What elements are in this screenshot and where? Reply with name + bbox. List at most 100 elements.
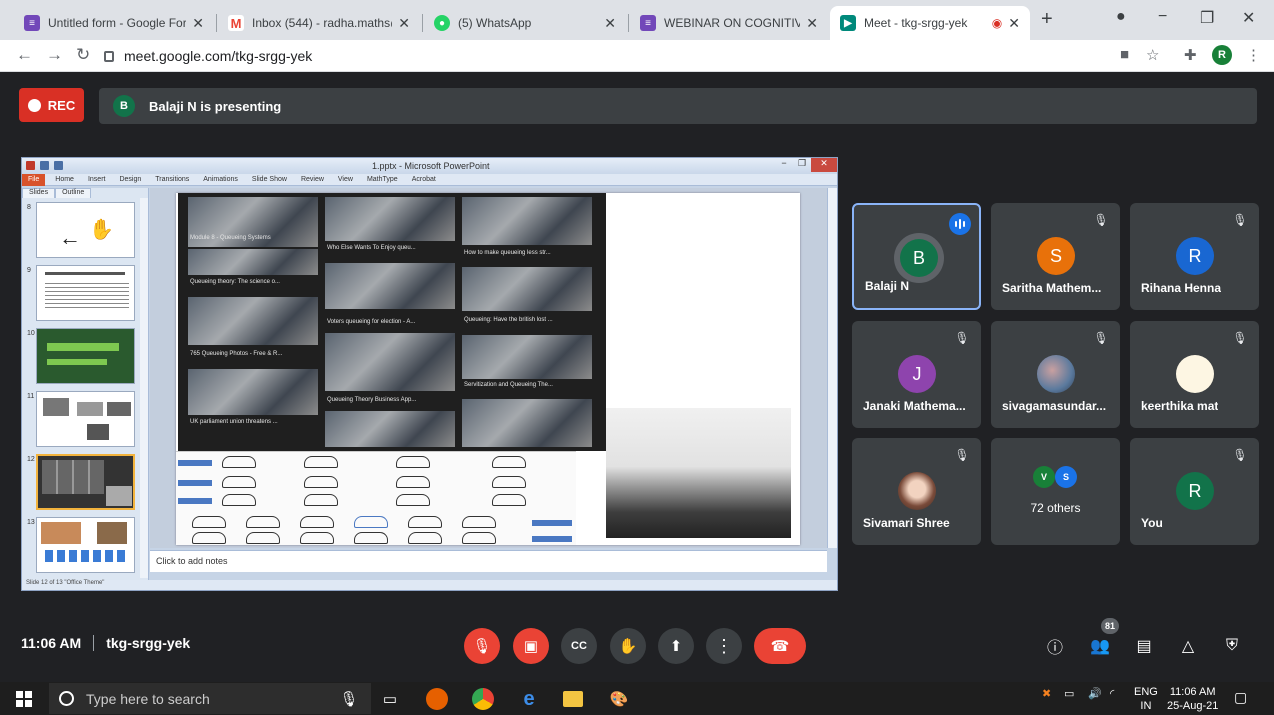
chat-button[interactable]: ▤ <box>1131 633 1157 659</box>
photo-caption: Module 8 - Queueing Systems <box>190 235 271 241</box>
people-icon: 👥 <box>1090 638 1110 655</box>
mic-muted-icon: 🎙 <box>1093 213 1109 227</box>
tab-close-icon[interactable]: ✕ <box>398 15 410 32</box>
participant-tile-keerthika[interactable]: 🎙 keerthika mat <box>1130 321 1259 428</box>
taskbar-search-box[interactable]: Type here to search <box>49 683 371 714</box>
windows-start-icon[interactable] <box>16 691 32 707</box>
taskbar-clock[interactable]: 11:06 AM 25-Aug-21 <box>1167 685 1218 713</box>
tab-close-icon[interactable]: ✕ <box>604 15 616 32</box>
new-tab-button[interactable]: + <box>1041 8 1053 31</box>
wifi-icon[interactable]: ◜ <box>1110 687 1114 700</box>
queue-photo <box>325 197 455 241</box>
microphone-icon[interactable]: 🎙 <box>338 688 360 710</box>
car-icon <box>222 476 256 488</box>
arrow-left-icon: ← <box>59 225 81 250</box>
minimize-button[interactable]: − <box>1158 8 1167 26</box>
thumbnail-image <box>36 328 135 384</box>
mic-toggle-button[interactable]: 🎙 <box>464 628 500 664</box>
participant-tile-rihana[interactable]: R 🎙 Rihana Henna <box>1130 203 1259 310</box>
battery-icon[interactable]: ▭ <box>1064 687 1074 700</box>
more-options-button[interactable]: ⋮ <box>706 628 742 664</box>
back-icon[interactable]: ← <box>16 45 33 65</box>
tab-whatsapp[interactable]: ● (5) WhatsApp ✕ <box>424 6 626 40</box>
extensions-icon[interactable]: ✚ <box>1184 46 1197 64</box>
task-view-icon[interactable]: ▭ <box>379 688 401 710</box>
profile-avatar[interactable]: R <box>1212 45 1232 65</box>
skateboard-photo <box>606 408 791 538</box>
tab-meet[interactable]: ▶ Meet - tkg-srgg-yek ◉ ✕ <box>830 6 1030 40</box>
tab-gmail[interactable]: M Inbox (544) - radha.maths@c ✕ <box>218 6 420 40</box>
tab-close-icon[interactable]: ✕ <box>806 15 818 32</box>
chrome-icon[interactable] <box>472 688 494 710</box>
cortana-icon <box>59 691 74 706</box>
recording-badge[interactable]: REC <box>19 88 84 122</box>
mic-muted-icon: 🎙 <box>1232 448 1248 462</box>
close-window-button[interactable]: ✕ <box>1242 8 1255 28</box>
car-icon <box>354 532 388 544</box>
photo-caption: Queueing Theory Business App... <box>327 397 417 403</box>
participants-button[interactable]: 👥 <box>1087 633 1113 659</box>
present-button[interactable]: ⬆ <box>658 628 694 664</box>
activities-button[interactable]: △ <box>1175 633 1201 659</box>
restore-button[interactable]: ❐ <box>1200 8 1214 28</box>
queue-photo <box>325 333 455 391</box>
action-center-icon[interactable]: ▢ <box>1234 689 1247 706</box>
tab-title: (5) WhatsApp <box>458 16 532 30</box>
tab-close-icon[interactable]: ✕ <box>1008 15 1020 32</box>
car-icon <box>246 532 280 544</box>
presenting-text: Balaji N is presenting <box>149 98 282 114</box>
tab-search-icon[interactable]: ● <box>1116 8 1126 26</box>
raise-hand-button[interactable]: ✋ <box>610 628 646 664</box>
car-icon <box>462 532 496 544</box>
participant-tile-others[interactable]: V S 72 others <box>991 438 1120 545</box>
slide-number: 12 <box>27 456 35 463</box>
mic-muted-icon: 🎙 <box>1232 331 1248 345</box>
thumbnail-image: ← ✋ <box>36 202 135 258</box>
host-controls-button[interactable]: ⛨ <box>1219 633 1245 659</box>
menu-icon[interactable]: ⋮ <box>1246 46 1261 64</box>
participant-tile-janaki[interactable]: J 🎙 Janaki Mathema... <box>852 321 981 428</box>
tab-google-forms[interactable]: ≡ Untitled form - Google Forms ✕ <box>14 6 214 40</box>
paint-icon[interactable]: 🎨 <box>608 688 630 710</box>
car-icon <box>492 476 526 488</box>
leave-call-button[interactable]: ☎ <box>754 628 806 664</box>
ppt-tab-acrobat: Acrobat <box>411 176 436 183</box>
participant-tile-saritha[interactable]: S 🎙 Saritha Mathem... <box>991 203 1120 310</box>
participant-tile-balaji[interactable]: B Balaji N <box>852 203 981 310</box>
tab-webinar[interactable]: ≡ WEBINAR ON COGNITIVE RE ✕ <box>630 6 828 40</box>
participant-name: Saritha Mathem... <box>1002 281 1102 295</box>
tab-close-icon[interactable]: ✕ <box>192 15 204 32</box>
ppt-tab-view: View <box>337 176 353 183</box>
reload-icon[interactable]: ↻ <box>76 45 90 65</box>
volume-icon[interactable]: 🔊 <box>1088 687 1102 700</box>
url-field[interactable]: meet.google.com/tkg-srgg-yek <box>104 43 1104 69</box>
firefox-icon[interactable] <box>426 688 448 710</box>
ppt-restore-icon: ❐ <box>797 158 807 168</box>
thumbnail-photo <box>97 522 127 544</box>
recording-indicator-icon: ◉ <box>991 16 1003 30</box>
slide-thumbnail: 13 <box>22 517 140 577</box>
presenter-avatar: B <box>113 95 135 117</box>
profile-photo-avatar <box>898 472 936 510</box>
file-explorer-icon[interactable] <box>563 691 583 707</box>
meeting-time: 11:06 AM <box>21 635 82 651</box>
edge-icon[interactable]: e <box>518 688 540 710</box>
bookmark-star-icon[interactable]: ☆ <box>1146 46 1159 64</box>
participant-tile-you[interactable]: R 🎙 You <box>1130 438 1259 545</box>
ppt-tab-animations: Animations <box>203 176 238 183</box>
save-icon <box>40 161 49 170</box>
camera-icon[interactable]: ■ <box>1120 46 1129 63</box>
meeting-details-button[interactable]: ⓘ <box>1042 633 1068 659</box>
queue-cars-diagram <box>176 451 576 545</box>
camera-toggle-button[interactable]: ▣ <box>513 628 549 664</box>
participant-tile-sivagamasundari[interactable]: 🎙 sivagamasundar... <box>991 321 1120 428</box>
forward-icon[interactable]: → <box>46 45 63 65</box>
queue-photo <box>462 267 592 311</box>
car-icon <box>300 532 334 544</box>
participant-tile-sivamari[interactable]: 🎙 Sivamari Shree <box>852 438 981 545</box>
ppt-window-controls: − ❐ ✕ <box>775 158 837 172</box>
notification-tray-icon[interactable]: ✖ <box>1042 687 1051 700</box>
language-indicator[interactable]: ENG IN <box>1134 685 1158 713</box>
car-icon <box>492 456 526 468</box>
captions-button[interactable]: CC <box>561 628 597 664</box>
